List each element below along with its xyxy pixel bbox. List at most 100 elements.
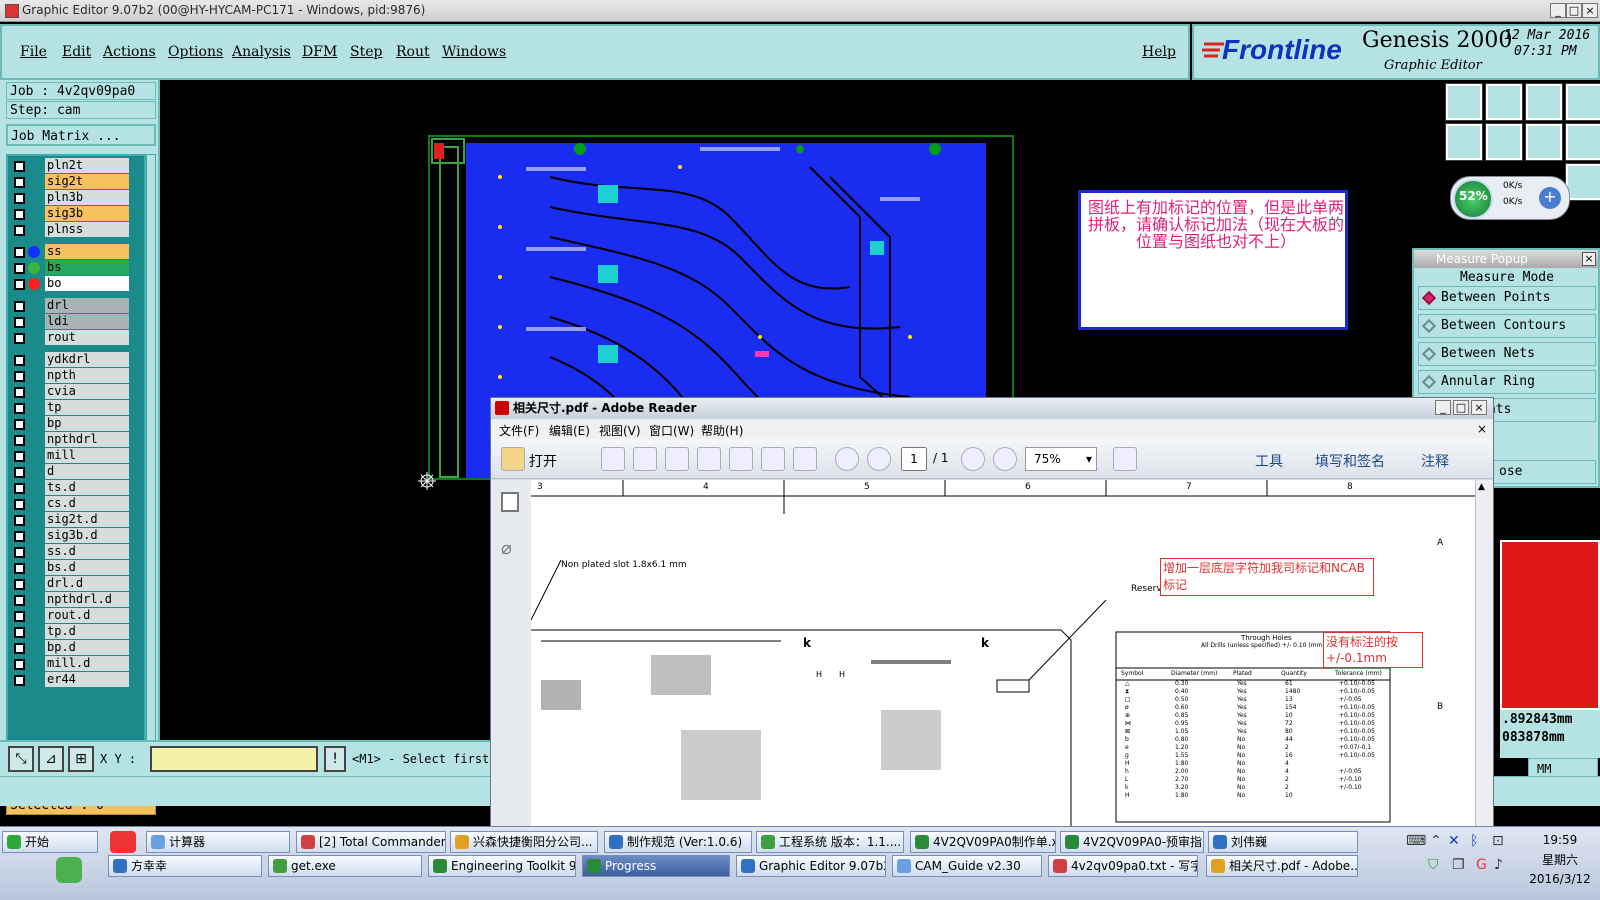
layer-checkbox[interactable] bbox=[14, 675, 25, 686]
layer-row[interactable]: bp bbox=[10, 416, 132, 432]
layer-row[interactable]: pln2t bbox=[10, 158, 132, 174]
layer-checkbox[interactable] bbox=[14, 515, 25, 526]
g-app-icon[interactable]: G bbox=[1476, 857, 1487, 873]
layer-name[interactable]: tp bbox=[45, 400, 129, 415]
print-icon[interactable] bbox=[761, 447, 785, 471]
reader-menu-file[interactable]: 文件(F) bbox=[499, 422, 539, 439]
tool-swap-icon[interactable] bbox=[1525, 123, 1563, 161]
layer-name[interactable]: npthdrl bbox=[45, 432, 129, 447]
alert-icon[interactable]: ! bbox=[324, 746, 346, 772]
help-icon[interactable] bbox=[1565, 163, 1600, 201]
layer-checkbox[interactable] bbox=[14, 209, 25, 220]
layer-name[interactable]: er44 bbox=[45, 672, 129, 687]
measure-between-contours[interactable]: Between Contours bbox=[1418, 314, 1596, 338]
xy-input[interactable] bbox=[150, 746, 318, 772]
layer-checkbox[interactable] bbox=[14, 225, 25, 236]
measure-close-icon[interactable]: × bbox=[1582, 252, 1596, 266]
layer-checkbox[interactable] bbox=[14, 435, 25, 446]
taskbar-item[interactable]: 4v2qv09pa0.txt - 写字板 bbox=[1048, 855, 1198, 877]
layer-row[interactable]: d bbox=[10, 464, 132, 480]
measure-between-nets[interactable]: Between Nets bbox=[1418, 342, 1596, 366]
layer-checkbox[interactable] bbox=[14, 161, 25, 172]
layer-row[interactable]: ss bbox=[10, 244, 132, 260]
taskbar-item[interactable]: 4V2QV09PA0制作单.xl... bbox=[910, 831, 1056, 853]
zoom-select[interactable]: 75% ▾ bbox=[1025, 447, 1097, 471]
layer-scrollbar[interactable] bbox=[146, 154, 156, 791]
layer-checkbox[interactable] bbox=[14, 451, 25, 462]
upload-icon[interactable] bbox=[697, 447, 721, 471]
copy-icon[interactable]: ❐ bbox=[1452, 857, 1465, 873]
layer-name[interactable]: bp bbox=[45, 416, 129, 431]
layer-name[interactable]: bs bbox=[45, 260, 129, 275]
menu-file[interactable]: File bbox=[20, 44, 47, 60]
layer-checkbox[interactable] bbox=[14, 659, 25, 670]
reader-menu-window[interactable]: 窗口(W) bbox=[649, 422, 694, 439]
tool-window-icon[interactable] bbox=[1565, 83, 1600, 121]
layer-row[interactable]: tp.d bbox=[10, 624, 132, 640]
layer-row[interactable]: rout bbox=[10, 330, 132, 346]
attachments-icon[interactable]: ⌀ bbox=[501, 538, 519, 559]
open-folder-icon[interactable] bbox=[501, 447, 525, 471]
tools-pane-button[interactable]: 工具 bbox=[1255, 451, 1283, 471]
layer-name[interactable]: bo bbox=[45, 276, 129, 291]
tray-x-icon[interactable]: ✕ bbox=[1448, 833, 1460, 849]
layer-name[interactable]: rout.d bbox=[45, 608, 129, 623]
layer-checkbox[interactable] bbox=[14, 467, 25, 478]
reader-menu-help[interactable]: 帮助(H) bbox=[701, 422, 743, 439]
network-icon[interactable]: ⊡ bbox=[1492, 833, 1504, 849]
layer-row[interactable]: cvia bbox=[10, 384, 132, 400]
quick-launch-icon[interactable] bbox=[110, 831, 136, 853]
measure-between-points[interactable]: Between Points bbox=[1418, 286, 1596, 310]
layer-name[interactable]: rout bbox=[45, 330, 129, 345]
snap-tool-icon[interactable]: ⊿ bbox=[38, 746, 64, 772]
menu-actions[interactable]: Actions bbox=[103, 44, 156, 60]
layer-row[interactable]: npthdrl.d bbox=[10, 592, 132, 608]
layer-row[interactable]: mill.d bbox=[10, 656, 132, 672]
taskbar-item[interactable]: 制作规范 (Ver:1.0.6) bbox=[604, 831, 752, 853]
taskbar-item[interactable]: 兴森快捷衡阳分公司... bbox=[450, 831, 598, 853]
layer-checkbox[interactable] bbox=[14, 627, 25, 638]
layer-name[interactable]: bs.d bbox=[45, 560, 129, 575]
layer-row[interactable]: tp bbox=[10, 400, 132, 416]
layer-name[interactable]: drl bbox=[45, 298, 129, 313]
taskbar-item[interactable]: [2] Total Commander 7.... bbox=[296, 831, 446, 853]
layer-name[interactable]: sig2t bbox=[45, 174, 129, 189]
security-shield-icon[interactable]: ⛉ bbox=[1428, 857, 1439, 873]
layer-row[interactable]: npth bbox=[10, 368, 132, 384]
layer-row[interactable]: plnss bbox=[10, 222, 132, 238]
fit-page-icon[interactable] bbox=[1113, 447, 1137, 471]
reader-close-button[interactable]: × bbox=[1471, 400, 1487, 415]
tray-expand-icon[interactable]: ⌃ bbox=[1430, 833, 1442, 849]
comment-button[interactable]: 注释 bbox=[1421, 451, 1449, 471]
layer-checkbox[interactable] bbox=[14, 403, 25, 414]
taskbar-item[interactable]: Engineering Toolkit 9.07... bbox=[428, 855, 576, 877]
menu-help[interactable]: Help bbox=[1142, 44, 1176, 60]
tool-in-icon[interactable] bbox=[1445, 123, 1483, 161]
zoom-in-icon[interactable] bbox=[993, 447, 1017, 471]
layer-row[interactable]: bs bbox=[10, 260, 132, 276]
layer-checkbox[interactable] bbox=[14, 387, 25, 398]
menu-rout[interactable]: Rout bbox=[396, 44, 430, 60]
job-matrix-button[interactable]: Job Matrix ... bbox=[6, 124, 156, 146]
scroll-up-icon[interactable]: ▲ bbox=[1478, 482, 1490, 494]
page-down-icon[interactable] bbox=[867, 447, 891, 471]
zoom-out-icon[interactable] bbox=[961, 447, 985, 471]
layer-name[interactable]: mill bbox=[45, 448, 129, 463]
layer-name[interactable]: ydkdrl bbox=[45, 352, 129, 367]
measure-close-button[interactable]: ose bbox=[1476, 460, 1596, 484]
layer-checkbox[interactable] bbox=[14, 595, 25, 606]
layer-name[interactable]: mill.d bbox=[45, 656, 129, 671]
taskbar-item[interactable]: 刘伟巍 bbox=[1208, 831, 1358, 853]
menu-windows[interactable]: Windows bbox=[442, 44, 506, 60]
layer-checkbox[interactable] bbox=[14, 531, 25, 542]
layer-row[interactable]: er44 bbox=[10, 672, 132, 688]
layer-name[interactable]: npthdrl.d bbox=[45, 592, 129, 607]
layer-name[interactable]: cs.d bbox=[45, 496, 129, 511]
menu-edit[interactable]: Edit bbox=[62, 44, 91, 60]
layer-name[interactable]: sig3b bbox=[45, 206, 129, 221]
create-pdf-icon[interactable] bbox=[601, 447, 625, 471]
open-button[interactable]: 打开 bbox=[529, 451, 557, 471]
tool-home-icon[interactable] bbox=[1525, 83, 1563, 121]
menu-options[interactable]: Options bbox=[168, 44, 223, 60]
layer-checkbox[interactable] bbox=[14, 177, 25, 188]
